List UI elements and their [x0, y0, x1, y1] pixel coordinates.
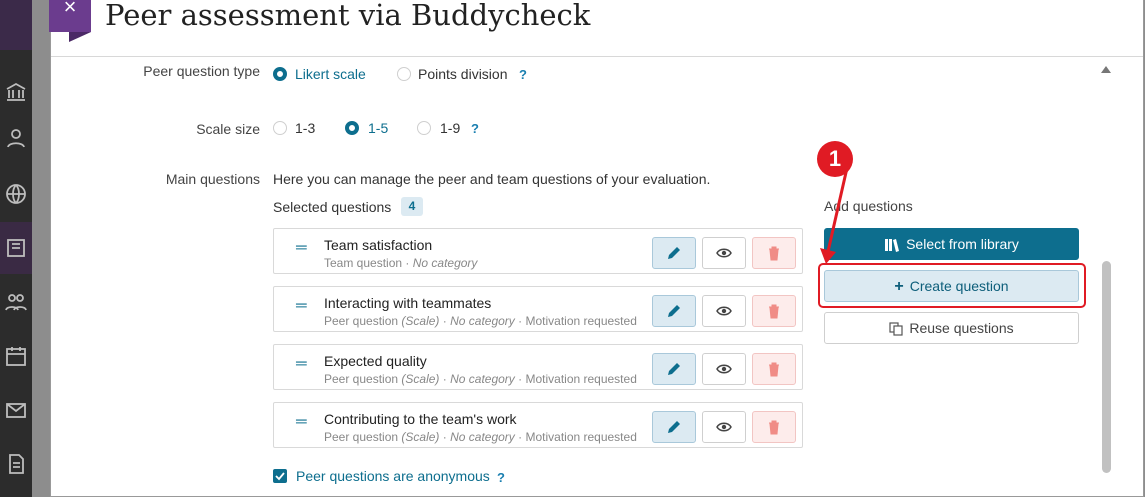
trash-icon — [769, 246, 779, 261]
anonymous-label[interactable]: Peer questions are anonymous — [296, 468, 490, 484]
copy-icon — [889, 322, 903, 336]
close-button[interactable]: × — [49, 0, 91, 42]
drag-handle-icon[interactable]: ═ — [296, 239, 307, 256]
delete-question-button[interactable] — [752, 353, 796, 385]
scroll-up-arrow-icon[interactable] — [1101, 66, 1111, 73]
radio-scale-1-3[interactable] — [273, 121, 287, 135]
scale-size-label: Scale size — [196, 121, 260, 137]
pencil-icon — [668, 247, 680, 259]
delete-question-button[interactable] — [752, 411, 796, 443]
question-title: Expected quality — [324, 353, 427, 369]
step-number-badge: 1 — [817, 141, 853, 177]
edit-question-button[interactable] — [652, 295, 696, 327]
question-card: ═ Interacting with teammates Peer questi… — [273, 286, 803, 332]
preview-question-button[interactable] — [702, 237, 746, 269]
preview-question-button[interactable] — [702, 295, 746, 327]
selected-count-badge: 4 — [401, 197, 423, 216]
drag-handle-icon[interactable]: ═ — [296, 297, 307, 314]
radio-likert-scale[interactable] — [273, 67, 287, 81]
question-meta: Peer question (Scale) · No category · Mo… — [324, 314, 637, 328]
question-title: Team satisfaction — [324, 237, 433, 253]
radio-points-division[interactable] — [397, 67, 411, 81]
user-icon[interactable] — [4, 126, 28, 150]
groups-icon[interactable] — [4, 290, 28, 314]
question-card: ═ Contributing to the team's work Peer q… — [273, 402, 803, 448]
option-scale-1-9[interactable]: 1-9 — [440, 120, 460, 136]
drag-handle-icon[interactable]: ═ — [296, 355, 307, 372]
anonymous-checkbox[interactable] — [273, 469, 287, 483]
trash-icon — [769, 304, 779, 319]
reuse-questions-button[interactable]: Reuse questions — [824, 312, 1079, 344]
question-card: ═ Expected quality Peer question (Scale)… — [273, 344, 803, 390]
scale-size-help-icon[interactable]: ? — [471, 121, 479, 136]
radio-scale-1-5[interactable] — [345, 121, 359, 135]
drag-handle-icon[interactable]: ═ — [296, 413, 307, 430]
app-sidebar — [0, 0, 33, 497]
option-scale-1-3[interactable]: 1-3 — [295, 120, 315, 136]
question-meta: Peer question (Scale) · No category · Mo… — [324, 430, 637, 444]
preview-question-button[interactable] — [702, 353, 746, 385]
question-card: ═ Team satisfaction Team question · No c… — [273, 228, 803, 274]
edit-question-button[interactable] — [652, 411, 696, 443]
courses-icon[interactable] — [4, 236, 28, 260]
eye-icon — [716, 248, 732, 258]
option-likert-scale[interactable]: Likert scale — [295, 66, 366, 82]
globe-icon[interactable] — [4, 182, 28, 206]
document-icon[interactable] — [4, 452, 28, 476]
question-meta: Peer question (Scale) · No category · Mo… — [324, 372, 637, 386]
main-questions-label: Main questions — [165, 171, 260, 187]
close-icon: × — [63, 0, 77, 19]
preview-question-button[interactable] — [702, 411, 746, 443]
scrollbar-thumb[interactable] — [1102, 261, 1111, 473]
sidebar-logo — [0, 0, 32, 50]
option-scale-1-5[interactable]: 1-5 — [368, 120, 388, 136]
peer-question-type-label: Peer question type — [143, 63, 260, 79]
main-questions-description: Here you can manage the peer and team qu… — [273, 171, 711, 187]
edit-question-button[interactable] — [652, 237, 696, 269]
annotation-arrow — [820, 167, 849, 264]
question-title: Contributing to the team's work — [324, 411, 517, 427]
library-icon — [885, 239, 900, 253]
edit-question-button[interactable] — [652, 353, 696, 385]
peer-question-type-help-icon[interactable]: ? — [519, 67, 527, 82]
delete-question-button[interactable] — [752, 295, 796, 327]
trash-icon — [769, 362, 779, 377]
question-meta: Team question · No category — [324, 256, 478, 270]
modal-title: Peer assessment via Buddycheck — [105, 0, 591, 32]
question-title: Interacting with teammates — [324, 295, 492, 311]
anonymous-help-icon[interactable]: ? — [497, 470, 505, 485]
eye-icon — [716, 422, 732, 432]
checkmark-icon — [275, 472, 285, 481]
pencil-icon — [668, 305, 680, 317]
peer-assessment-modal: × Peer assessment via Buddycheck Peer qu… — [49, 0, 1144, 497]
delete-question-button[interactable] — [752, 237, 796, 269]
modal-header: × Peer assessment via Buddycheck — [49, 0, 1143, 57]
trash-icon — [769, 420, 779, 435]
option-points-division[interactable]: Points division — [418, 66, 508, 82]
eye-icon — [716, 364, 732, 374]
institution-icon[interactable] — [4, 80, 28, 104]
pencil-icon — [668, 421, 680, 433]
calendar-icon[interactable] — [4, 344, 28, 368]
eye-icon — [716, 306, 732, 316]
radio-scale-1-9[interactable] — [417, 121, 431, 135]
pencil-icon — [668, 363, 680, 375]
mail-icon[interactable] — [4, 398, 28, 422]
selected-questions-label: Selected questions — [273, 199, 392, 215]
